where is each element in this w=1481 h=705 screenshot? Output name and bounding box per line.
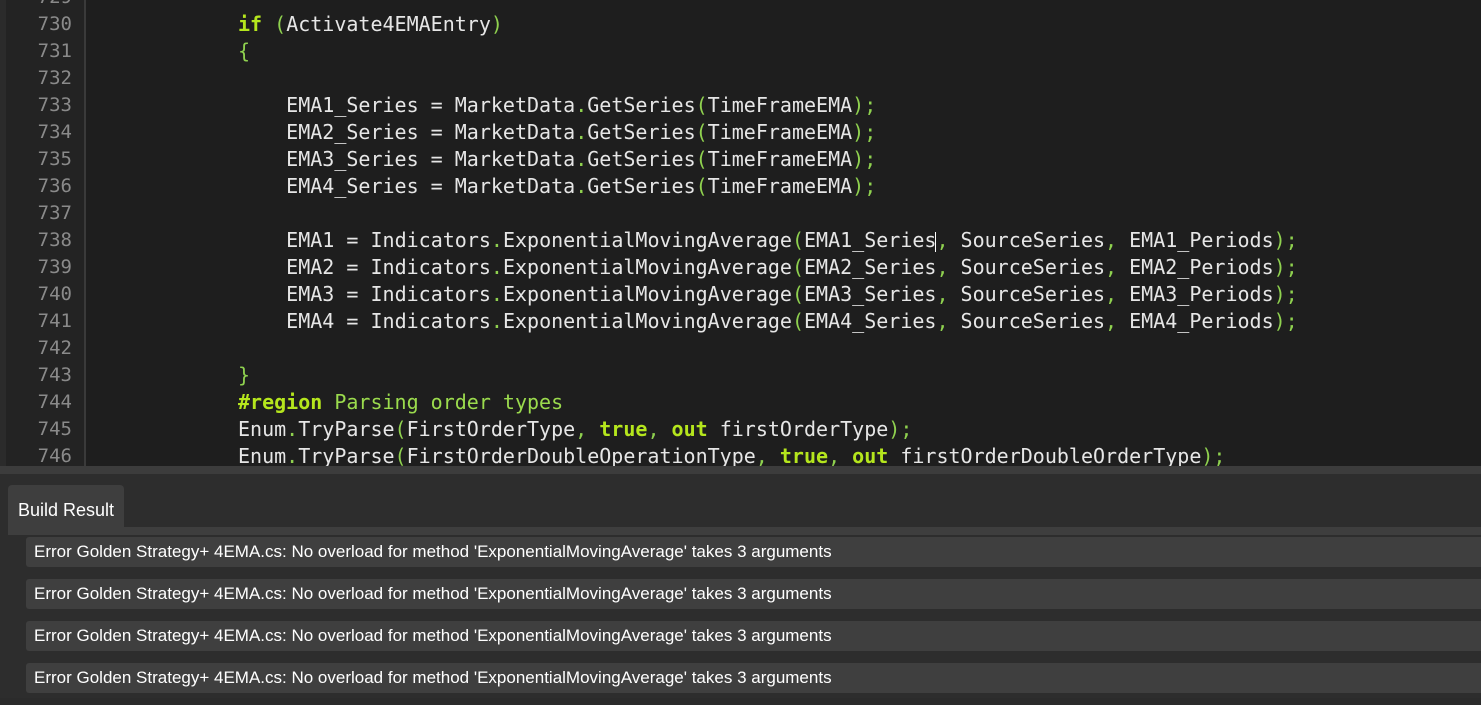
line-number: 733: [37, 94, 72, 116]
code-line[interactable]: 741 EMA4 = Indicators.ExponentialMovingA…: [6, 308, 1481, 335]
line-number: 743: [37, 364, 72, 386]
line-number: 737: [37, 202, 72, 224]
code-line[interactable]: 732: [6, 65, 1481, 92]
code-line[interactable]: 739 EMA2 = Indicators.ExponentialMovingA…: [6, 254, 1481, 281]
build-error-row[interactable]: Error Golden Strategy+ 4EMA.cs: No overl…: [26, 537, 1481, 567]
code-text[interactable]: #region Parsing order types: [238, 389, 563, 416]
line-number: 744: [37, 391, 72, 413]
line-number: 739: [37, 256, 72, 278]
line-number: 738: [37, 229, 72, 251]
code-line[interactable]: 735 EMA3_Series = MarketData.GetSeries(T…: [6, 146, 1481, 173]
line-number: 729: [6, 0, 72, 11]
build-error-row[interactable]: Error Golden Strategy+ 4EMA.cs: No overl…: [26, 579, 1481, 609]
build-results-list: Error Golden Strategy+ 4EMA.cs: No overl…: [26, 537, 1481, 705]
code-lines[interactable]: 729 730 if (Activate4EMAEntry) 731 {732 733 E…: [6, 0, 1481, 466]
code-line[interactable]: 731 {: [6, 38, 1481, 65]
code-line[interactable]: 743}: [6, 362, 1481, 389]
code-line[interactable]: 742: [6, 335, 1481, 362]
line-number: 732: [37, 67, 72, 89]
code-line[interactable]: 745 Enum.TryParse(FirstOrderType, true, o…: [6, 416, 1481, 443]
build-result-panel: Build Result Error Golden Strategy+ 4EMA…: [0, 474, 1481, 698]
code-text[interactable]: Enum.TryParse(FirstOrderDoubleOperationT…: [238, 443, 1225, 466]
code-text[interactable]: EMA2_Series = MarketData.GetSeries(TimeF…: [238, 119, 876, 146]
code-text[interactable]: EMA4_Series = MarketData.GetSeries(TimeF…: [238, 173, 876, 200]
code-text[interactable]: EMA3_Series = MarketData.GetSeries(TimeF…: [238, 146, 876, 173]
line-number: 730: [37, 13, 72, 35]
line-number: 736: [37, 175, 72, 197]
line-number: 740: [37, 283, 72, 305]
code-line[interactable]: 733 EMA1_Series = MarketData.GetSeries(T…: [6, 92, 1481, 119]
code-line[interactable]: 734 EMA2_Series = MarketData.GetSeries(T…: [6, 119, 1481, 146]
code-line[interactable]: 729: [6, 0, 1481, 11]
code-line[interactable]: 746 Enum.TryParse(FirstOrderDoubleOperati…: [6, 443, 1481, 466]
code-text[interactable]: {: [238, 38, 250, 65]
build-error-row[interactable]: Error Golden Strategy+ 4EMA.cs: No overl…: [26, 621, 1481, 651]
code-text[interactable]: }: [238, 362, 250, 389]
code-line[interactable]: 737: [6, 200, 1481, 227]
code-text[interactable]: Enum.TryParse(FirstOrderType, true, out …: [238, 416, 912, 443]
code-text[interactable]: EMA1 = Indicators.ExponentialMovingAvera…: [238, 227, 1298, 254]
line-number: 734: [37, 121, 72, 143]
code-line[interactable]: 744 #region Parsing order types: [6, 389, 1481, 416]
line-number: 735: [37, 148, 72, 170]
line-number: 731: [37, 40, 72, 62]
line-number: 741: [37, 310, 72, 332]
code-line[interactable]: 736 EMA4_Series = MarketData.GetSeries(T…: [6, 173, 1481, 200]
line-number: 745: [37, 418, 72, 440]
code-line[interactable]: 740 EMA3 = Indicators.ExponentialMovingA…: [6, 281, 1481, 308]
code-line[interactable]: 738 EMA1 = Indicators.ExponentialMovingA…: [6, 227, 1481, 254]
line-number: 746: [37, 445, 72, 466]
editor-scrollbar-horizontal[interactable]: [0, 466, 1481, 474]
tab-strip: [8, 527, 1481, 535]
line-number: 742: [37, 337, 72, 359]
code-text[interactable]: EMA4 = Indicators.ExponentialMovingAvera…: [238, 308, 1298, 335]
code-text[interactable]: EMA3 = Indicators.ExponentialMovingAvera…: [238, 281, 1298, 308]
code-text[interactable]: EMA1_Series = MarketData.GetSeries(TimeF…: [238, 92, 876, 119]
code-line[interactable]: 730 if (Activate4EMAEntry): [6, 11, 1481, 38]
code-text[interactable]: EMA2 = Indicators.ExponentialMovingAvera…: [238, 254, 1298, 281]
tab-build-result[interactable]: Build Result: [8, 485, 124, 527]
code-editor[interactable]: 729 730 if (Activate4EMAEntry) 731 {732 733 E…: [6, 0, 1481, 466]
code-text[interactable]: if (Activate4EMAEntry): [238, 11, 503, 38]
build-error-row[interactable]: Error Golden Strategy+ 4EMA.cs: No overl…: [26, 663, 1481, 693]
